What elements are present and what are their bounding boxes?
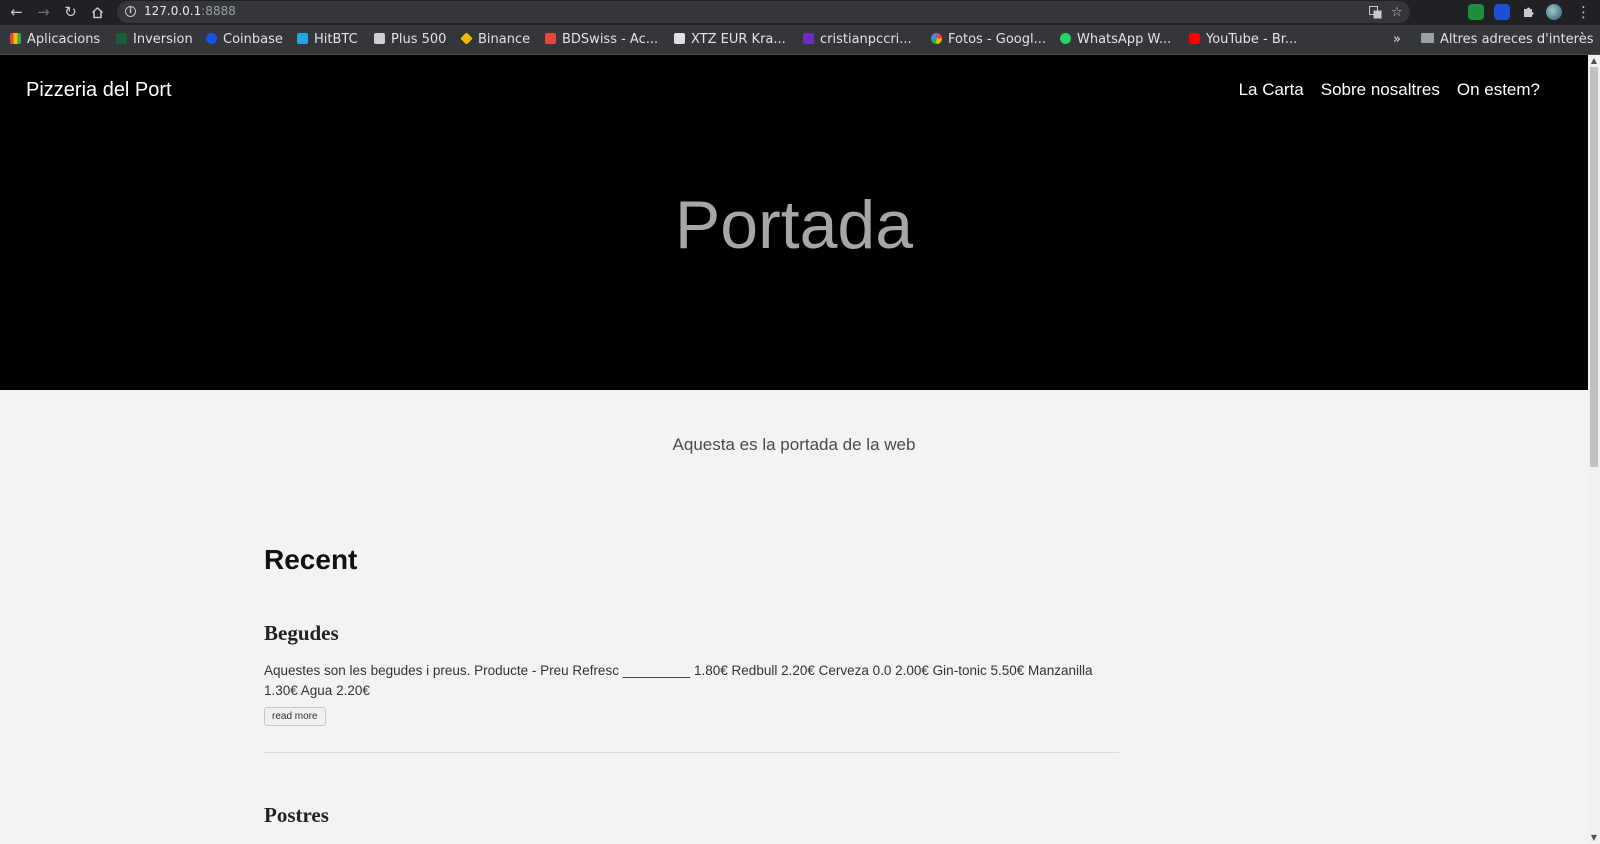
hero-title: Portada [674, 187, 914, 263]
site-info-icon[interactable]: i [125, 6, 136, 17]
reload-icon[interactable]: ↻ [60, 2, 81, 23]
bookmark-label: BDSwiss - Ac... [562, 32, 659, 47]
inversion-icon [116, 33, 127, 44]
bookmark-label: YouTube - Br... [1206, 32, 1298, 47]
post-title-begudes[interactable]: Begudes [264, 621, 339, 646]
bookmark-label: Binance [478, 32, 531, 47]
binance-icon [460, 32, 473, 45]
extension-blue-icon[interactable] [1494, 4, 1510, 20]
bookmark-label: XTZ EUR Kra... [691, 32, 786, 47]
apps-grid-icon [10, 33, 21, 44]
mail-icon [803, 33, 814, 44]
bookmark-label: Aplicacions [27, 32, 101, 47]
scroll-up-arrow-icon[interactable]: ▲ [1588, 55, 1600, 67]
nav-link-sobre-nosaltres[interactable]: Sobre nosaltres [1321, 80, 1440, 99]
plus500-icon [374, 33, 385, 44]
home-icon[interactable] [87, 2, 108, 23]
bookmark-label: Inversion [133, 32, 193, 47]
post-title-postres[interactable]: Postres [264, 803, 329, 828]
read-more-button[interactable]: read more [264, 707, 326, 726]
url-host: 127.0.0.1 [144, 4, 202, 18]
page-tagline: Aquesta es la portada de la web [672, 435, 916, 454]
bookmark-label: WhatsApp W... [1077, 32, 1172, 47]
extension-green-icon[interactable] [1468, 4, 1484, 20]
forward-arrow-icon[interactable]: → [33, 2, 54, 23]
bookmark-item[interactable]: HitBTC [297, 31, 358, 49]
post-divider [264, 752, 1119, 753]
bookmarks-bar: Aplicacions Inversion Coinbase HitBTC Pl… [0, 25, 1600, 55]
menu-kebab-icon[interactable]: ⋮ [1573, 2, 1594, 23]
site-brand[interactable]: Pizzeria del Port [26, 79, 172, 102]
url-text[interactable]: 127.0.0.1:8888 [144, 4, 236, 18]
nav-link-on-estem[interactable]: On estem? [1457, 80, 1540, 99]
page-scrollbar[interactable]: ▲ ▼ [1588, 55, 1600, 844]
main-nav: La Carta Sobre nosaltres On estem? [1222, 80, 1540, 100]
web-page: Pizzeria del Port La Carta Sobre nosaltre… [0, 55, 1588, 844]
url-port: :8888 [201, 4, 236, 18]
puzzle-extensions-icon[interactable] [1518, 2, 1539, 23]
bookmarks-overflow-chevron[interactable]: » [1393, 31, 1401, 49]
other-bookmarks-folder[interactable]: Altres adreces d'interès [1421, 31, 1594, 49]
profile-avatar-icon[interactable] [1546, 4, 1562, 20]
scrollbar-thumb[interactable] [1590, 67, 1598, 467]
hero-header: Pizzeria del Port La Carta Sobre nosaltre… [0, 55, 1588, 390]
bookmark-item[interactable]: Binance [460, 31, 531, 49]
bookmark-item[interactable]: BDSwiss - Ac... [545, 31, 658, 49]
bookmark-label: Fotos - Googl... [948, 32, 1046, 47]
investing-icon [674, 33, 685, 44]
bookmark-label: Plus 500 [391, 32, 447, 47]
bdswiss-icon [545, 33, 556, 44]
whatsapp-icon [1060, 33, 1071, 44]
translate-icon[interactable] [1369, 4, 1382, 24]
hitbtc-icon [297, 33, 308, 44]
bookmark-label: cristianpccri... [820, 32, 912, 47]
address-bar[interactable]: i 127.0.0.1:8888 ☆ [117, 1, 1410, 23]
bookmark-item[interactable]: Inversion [116, 31, 193, 49]
bookmark-item[interactable]: YouTube - Br... [1189, 31, 1297, 49]
bookmark-item[interactable]: WhatsApp W... [1060, 31, 1171, 49]
bookmark-star-icon[interactable]: ☆ [1391, 4, 1403, 21]
bookmark-item[interactable]: XTZ EUR Kra... [674, 31, 786, 49]
other-bookmarks-label: Altres adreces d'interès [1440, 32, 1594, 47]
bookmark-item[interactable]: Aplicacions [10, 31, 100, 49]
nav-link-la-carta[interactable]: La Carta [1239, 80, 1304, 99]
youtube-icon [1189, 33, 1200, 44]
scroll-down-arrow-icon[interactable]: ▼ [1588, 832, 1600, 844]
browser-toolbar: ← → ↻ i 127.0.0.1:8888 ☆ ⋮ [0, 0, 1600, 25]
bookmark-item[interactable]: cristianpccri... [803, 31, 912, 49]
bookmark-item[interactable]: Fotos - Googl... [931, 31, 1046, 49]
bookmark-item[interactable]: Coinbase [206, 31, 283, 49]
bookmark-label: HitBTC [314, 32, 358, 47]
recent-heading: Recent [264, 544, 358, 575]
folder-icon [1421, 33, 1434, 43]
back-arrow-icon[interactable]: ← [6, 2, 27, 23]
post-excerpt: Aquestes son les begudes i preus. Produc… [264, 663, 1093, 698]
coinbase-icon [206, 33, 217, 44]
bookmark-item[interactable]: Plus 500 [374, 31, 446, 49]
bookmark-label: Coinbase [223, 32, 283, 47]
google-photos-icon [931, 33, 942, 44]
